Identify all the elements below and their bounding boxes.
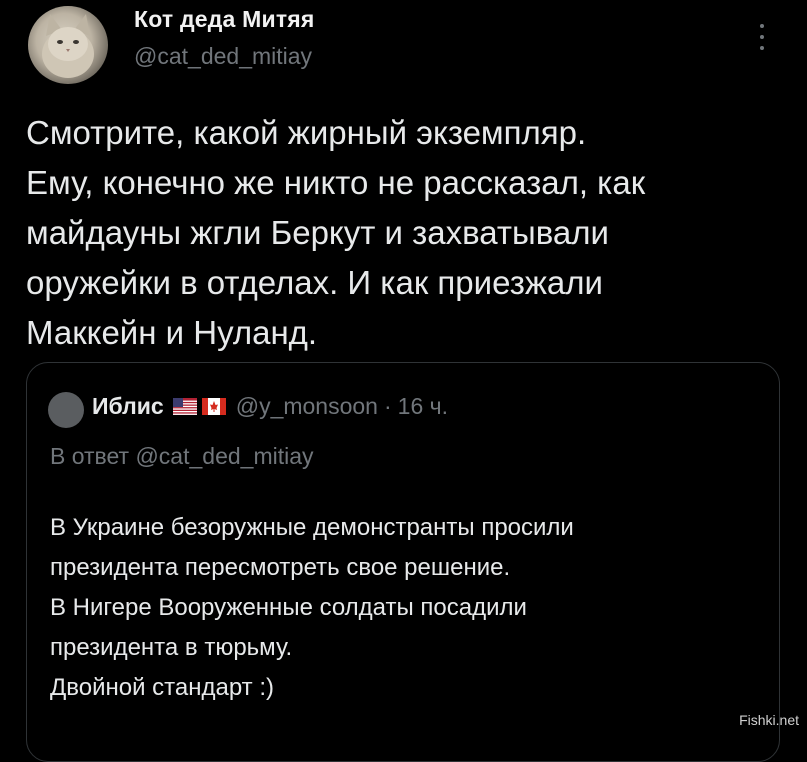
more-options-icon[interactable]	[757, 24, 767, 50]
author-avatar[interactable]	[28, 6, 108, 84]
quote-text-line: президента пересмотреть свое решение.	[50, 554, 511, 581]
quote-author-handle[interactable]: @y_monsoon	[236, 393, 378, 420]
author-handle[interactable]: @cat_ded_mitiay	[134, 43, 312, 70]
tweet-text-line: майдауны жгли Беркут и захватывали	[26, 214, 609, 251]
tweet-text-line: Ему, конечно же никто не рассказал, как	[26, 164, 646, 201]
tweet-text-line: оружейки в отделах. И как приезжали	[26, 264, 603, 301]
quote-text-line: В Нигере Вооруженные солдаты посадили	[50, 594, 527, 621]
quote-avatar[interactable]	[48, 392, 84, 428]
us-flag-icon	[172, 398, 197, 415]
quote-text: В Украине безоружные демонстранты просил…	[50, 508, 770, 708]
tweet-text: Смотрите, какой жирный экземпляр. Ему, к…	[26, 108, 786, 358]
quote-flags	[168, 398, 226, 415]
author-name[interactable]: Кот деда Митяя	[134, 6, 315, 33]
quote-text-line: президента в тюрьму.	[50, 634, 293, 661]
quote-text-line: В Украине безоружные демонстранты просил…	[50, 514, 574, 541]
watermark: Fishki.net	[739, 712, 799, 728]
reply-to-label[interactable]: В ответ @cat_ded_mitiay	[50, 443, 314, 470]
quote-text-line: Двойной стандарт :)	[50, 674, 274, 701]
quote-author-name[interactable]: Иблис	[92, 393, 164, 420]
quote-header: Иблис @y_monsoon · 16 ч.	[92, 393, 448, 420]
tweet-text-line: Маккейн и Нуланд.	[26, 314, 318, 351]
dot-separator: ·	[383, 393, 392, 419]
quote-timestamp[interactable]: 16 ч.	[398, 393, 448, 420]
canada-flag-icon	[201, 398, 226, 415]
tweet-text-line: Смотрите, какой жирный экземпляр.	[26, 114, 587, 151]
